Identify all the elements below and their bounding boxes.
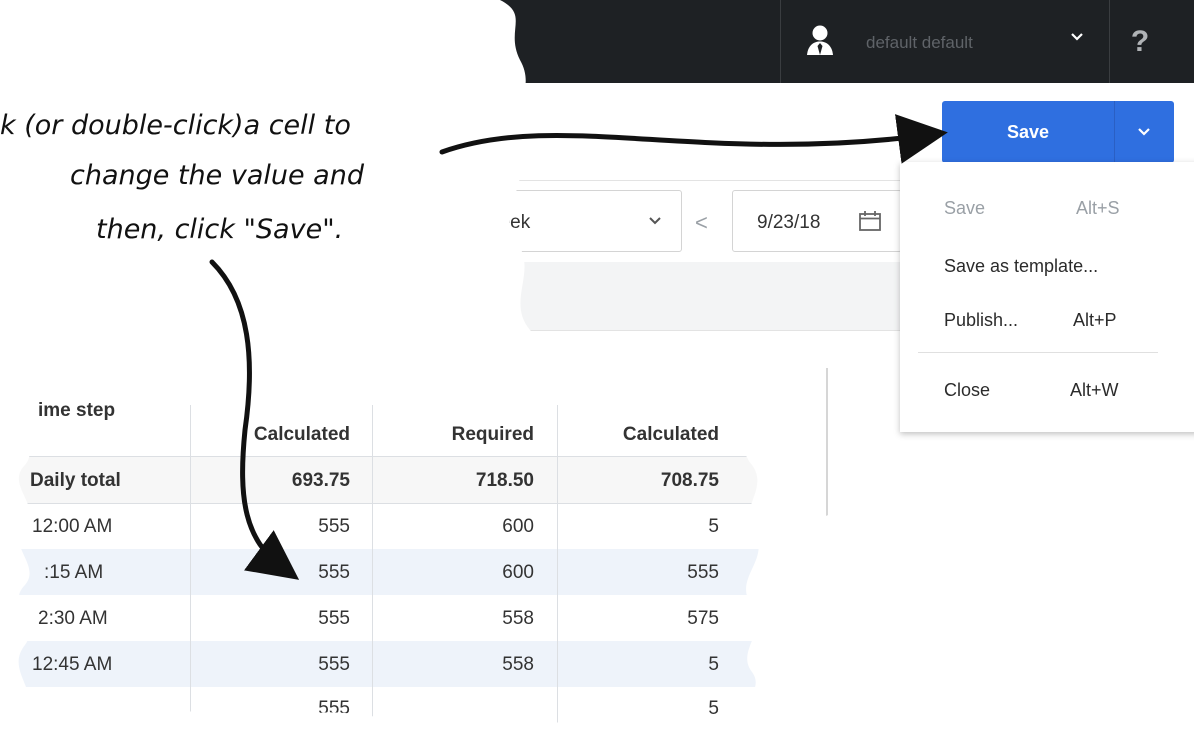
annotation-arrows (209, 114, 948, 580)
arrow-to-table-cell (209, 259, 300, 580)
arrow-to-save-button (439, 114, 948, 164)
